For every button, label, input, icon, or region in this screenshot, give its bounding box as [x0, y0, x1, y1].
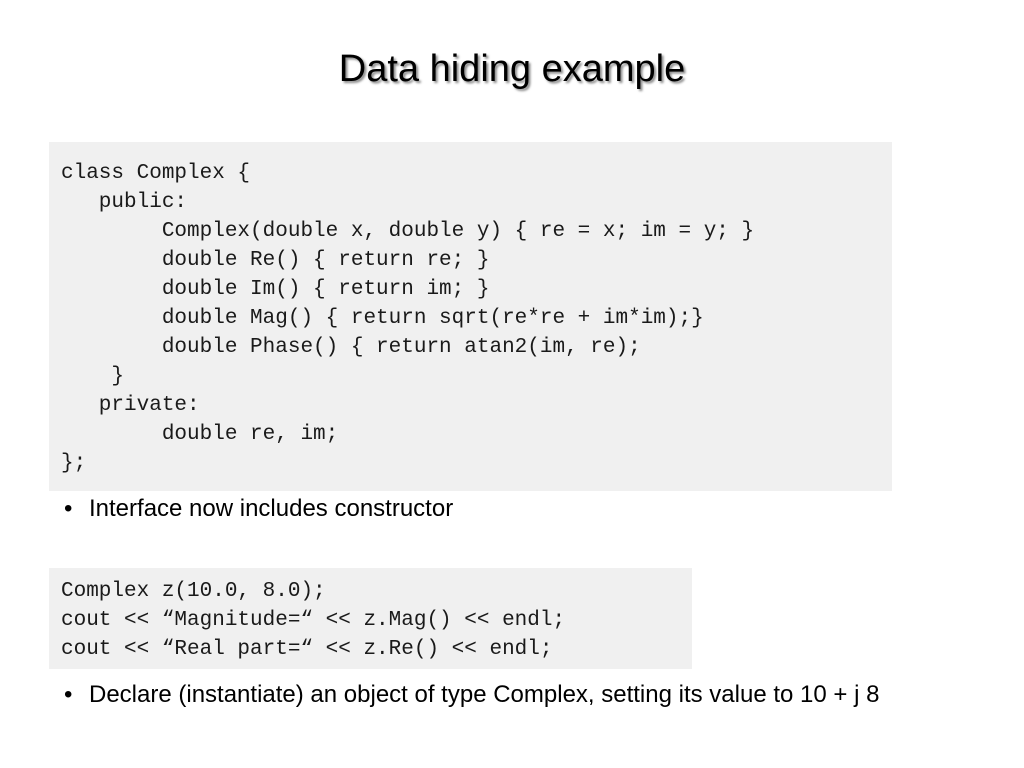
bullet-item-interface: • Interface now includes constructor — [53, 492, 753, 525]
bullet-marker-icon: • — [64, 495, 73, 522]
code-line: public: — [61, 191, 188, 214]
code-line: }; — [61, 452, 87, 475]
bullet-marker-icon: • — [64, 681, 73, 708]
page-title: Data hiding example — [338, 48, 686, 90]
bullet-item-declare: • Declare (instantiate) an object of typ… — [53, 678, 953, 711]
code-line: Complex z(10.0, 8.0); — [61, 580, 326, 603]
code-line: double Re() { return re; } — [61, 249, 490, 272]
code-line: double Phase() { return atan2(im, re); — [61, 336, 641, 359]
code-line: double Mag() { return sqrt(re*re + im*im… — [61, 307, 704, 330]
code-line: Complex(double x, double y) { re = x; im… — [61, 220, 755, 243]
code-block-usage-example: Complex z(10.0, 8.0); cout << “Magnitude=… — [49, 568, 692, 669]
code-line: double Im() { return im; } — [61, 278, 490, 301]
code-block-class-definition: class Complex { public: Complex(double x… — [49, 142, 892, 491]
code-line: cout << “Magnitude=“ << z.Mag() << endl; — [61, 609, 566, 632]
code-line: cout << “Real part=“ << z.Re() << endl; — [61, 638, 553, 661]
bullet-text: Declare (instantiate) an object of type … — [89, 681, 880, 708]
code-line: } — [61, 365, 125, 388]
bullet-text: Interface now includes constructor — [89, 495, 454, 522]
code-line: private: — [61, 394, 200, 417]
code-line: double re, im; — [61, 423, 339, 446]
code-line: class Complex { — [61, 162, 251, 185]
